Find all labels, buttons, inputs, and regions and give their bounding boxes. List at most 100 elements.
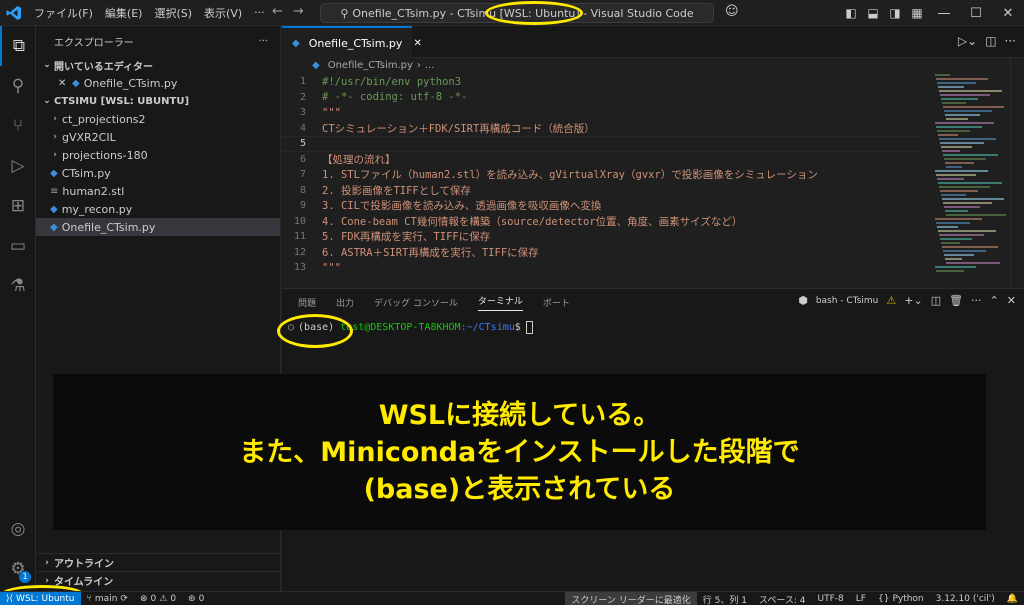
close-window-icon[interactable]: ✕ [992, 6, 1024, 21]
close-panel-icon[interactable]: ✕ [1007, 294, 1016, 307]
minimap-line [946, 214, 1006, 216]
minimap-line [944, 158, 986, 160]
code-editor[interactable]: 1 #!/usr/bin/env python3 2 # -*- coding: u… [282, 74, 922, 276]
run-debug-icon[interactable]: ▷ [0, 146, 36, 186]
more-actions-icon[interactable]: ··· [1005, 34, 1016, 48]
code-line: 2 # -*- coding: utf-8 -*- [282, 90, 922, 106]
minimap-line [936, 126, 982, 128]
menu-file[interactable]: ファイル(F) [28, 5, 99, 21]
warning-icon: ⚠ [886, 294, 897, 307]
split-terminal-icon[interactable]: ◫ [931, 294, 941, 307]
maximize-icon[interactable]: ☐ [960, 6, 992, 21]
outline-section[interactable]: › アウトライン [36, 553, 281, 571]
breadcrumb-more[interactable]: ... [425, 60, 435, 71]
workspace-section[interactable]: ⌄ CTSIMU [WSL: UBUNTU] [36, 92, 280, 110]
ports-indicator[interactable]: ⊛ 0 [182, 594, 210, 604]
search-view-icon[interactable]: ⚲ [0, 66, 36, 106]
tree-item-gvxr2cil[interactable]: › gVXR2CIL [36, 128, 280, 146]
settings-gear-icon[interactable]: ⚙ 1 [0, 549, 36, 589]
encoding[interactable]: UTF-8 [812, 594, 850, 604]
open-editor-item[interactable]: ✕ ◆ Onefile_CTsim.py [36, 74, 280, 92]
code-line: 4 CTシミュレーション＋FDK/SIRT再構成コード（統合版） [282, 121, 922, 137]
tab-terminal[interactable]: ターミナル [477, 294, 523, 311]
tree-item-my-recon-py[interactable]: ◆ my_recon.py [36, 200, 280, 218]
timeline-section[interactable]: › タイムライン [36, 571, 281, 589]
close-tab-icon[interactable]: ✕ [413, 38, 421, 49]
terminal-name[interactable]: bash - CTsimu [816, 296, 879, 306]
trash-icon[interactable]: 🗑 [949, 294, 963, 307]
tab-debug-console[interactable]: デバッグ コンソール [374, 296, 458, 309]
tree-item-label: my_recon.py [61, 202, 133, 216]
tab-output[interactable]: 出力 [336, 296, 354, 309]
line-number: 2 [299, 91, 306, 103]
split-editor-icon[interactable]: ◫ [985, 34, 996, 48]
code-line: 1 #!/usr/bin/env python3 [282, 74, 922, 90]
error-icon: ⊗ [139, 593, 148, 604]
tree-item-human2-stl[interactable]: ≡ human2.stl [36, 182, 280, 200]
branch-name: main [94, 593, 118, 604]
tab-ports[interactable]: ポート [543, 296, 570, 309]
menu-selection[interactable]: 選択(S) [148, 5, 198, 21]
minimap-line [943, 154, 998, 156]
explorer-icon[interactable]: ⧉ [0, 26, 36, 66]
remote-label: WSL: Ubuntu [16, 593, 75, 604]
tree-item-ct-projections2[interactable]: › ct_projections2 [36, 110, 280, 128]
python-file-icon: ◆ [72, 77, 80, 89]
notifications-bell-icon[interactable]: 🔔 [1001, 594, 1024, 604]
chevron-right-icon: › [53, 132, 57, 142]
testing-icon[interactable]: ⚗ [0, 266, 36, 306]
source-control-icon[interactable]: ⑂ [0, 106, 36, 146]
end-of-line[interactable]: LF [850, 594, 872, 604]
minimap[interactable] [935, 74, 1007, 284]
python-file-icon: ◆ [312, 59, 320, 71]
tab-onefile-ctsim[interactable]: ◆ Onefile_CTsim.py ✕ [282, 26, 422, 58]
remote-indicator[interactable]: ⟩⟨ WSL: Ubuntu [0, 591, 81, 605]
more-actions-icon[interactable]: ··· [971, 294, 982, 307]
cursor-position[interactable]: 行 5、列 1 [697, 593, 753, 605]
toggle-primary-sidebar-icon[interactable]: ◧ [840, 6, 862, 20]
error-count: 0 [150, 593, 157, 604]
menu-edit[interactable]: 編集(E) [99, 5, 149, 21]
screen-reader-mode[interactable]: スクリーン リーダーに最適化 [565, 592, 697, 605]
minimap-line [942, 246, 998, 248]
problems-indicator[interactable]: ⊗ 0 ⚠ 0 [134, 594, 182, 604]
python-file-icon: ◆ [50, 203, 58, 215]
sync-icon[interactable]: ⟳ [120, 594, 128, 604]
tree-item-projections-180[interactable]: › projections-180 [36, 146, 280, 164]
minimize-icon[interactable]: — [928, 6, 960, 21]
indentation[interactable]: スペース: 4 [753, 593, 812, 605]
maximize-panel-icon[interactable]: ⌃ [990, 294, 999, 307]
minimap-line [945, 114, 980, 116]
open-editors-section[interactable]: ⌄ 開いているエディター [36, 56, 280, 74]
back-arrow-icon[interactable]: ← [272, 4, 283, 19]
menu-more[interactable]: ··· [248, 6, 271, 19]
customize-layout-icon[interactable]: ▦ [906, 6, 928, 20]
minimap-line [945, 258, 962, 260]
minimap-line [937, 178, 964, 180]
minimap-line [937, 226, 958, 228]
forward-arrow-icon[interactable]: → [293, 4, 304, 19]
remote-explorer-icon[interactable]: ▭ [0, 226, 36, 266]
minimap-line [941, 98, 978, 100]
extensions-icon[interactable]: ⊞ [0, 186, 36, 226]
run-python-icon[interactable]: ▷⌄ [958, 34, 977, 48]
breadcrumb-file[interactable]: Onefile_CTsim.py [328, 60, 413, 71]
tree-item-ctsim-py[interactable]: ◆ CTsim.py [36, 164, 280, 182]
line-number: 3 [299, 107, 306, 119]
copilot-icon[interactable]: ☺ [725, 4, 739, 19]
editor-scrollbar[interactable] [1010, 58, 1024, 288]
toggle-panel-icon[interactable]: ⬓ [862, 6, 884, 20]
menu-view[interactable]: 表示(V) [198, 5, 248, 21]
tab-problems[interactable]: 問題 [298, 296, 316, 309]
tree-item-onefile-ctsim-py[interactable]: ◆ Onefile_CTsim.py [36, 218, 280, 236]
close-editor-icon[interactable]: ✕ [58, 78, 72, 89]
explorer-more-button[interactable]: ··· [258, 36, 268, 47]
minimap-line [936, 222, 970, 224]
tree-item-label: gVXR2CIL [62, 130, 116, 144]
account-icon[interactable]: ◎ [0, 509, 36, 549]
language-mode[interactable]: {} Python [872, 594, 930, 604]
branch-indicator[interactable]: ⑂ main ⟳ [81, 594, 134, 604]
toggle-secondary-sidebar-icon[interactable]: ◨ [884, 6, 906, 20]
python-interpreter[interactable]: 3.12.10 ('cil') [930, 594, 1001, 604]
new-terminal-icon[interactable]: +⌄ [904, 294, 922, 307]
